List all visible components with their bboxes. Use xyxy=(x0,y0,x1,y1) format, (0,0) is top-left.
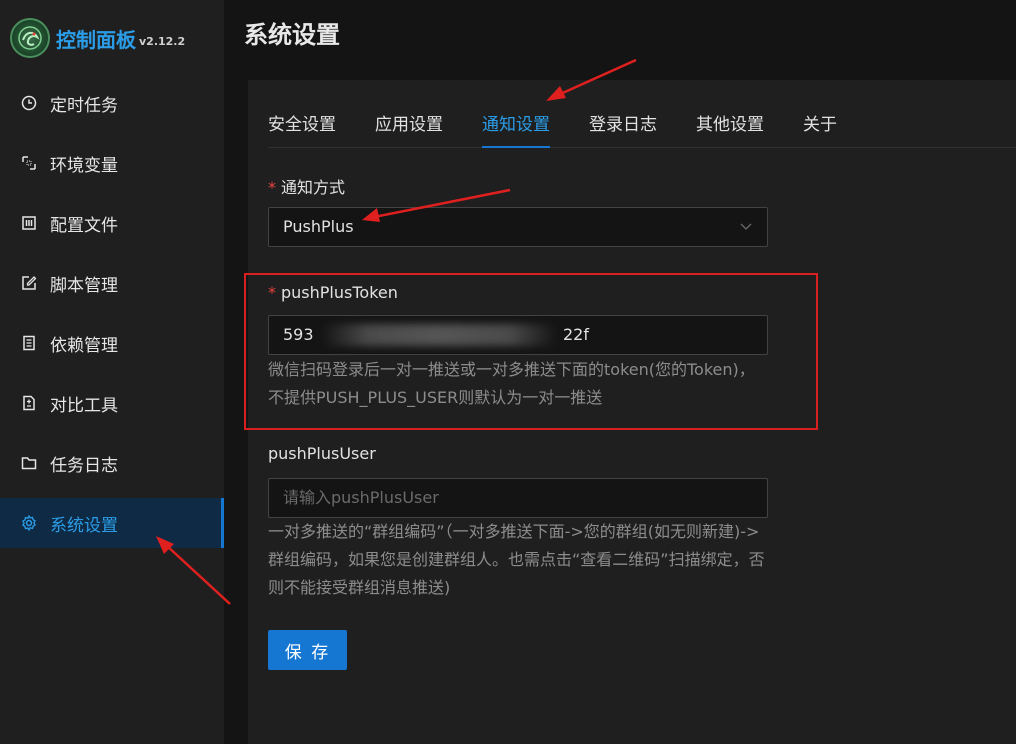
clock-icon xyxy=(20,94,38,112)
user-input-placeholder: 请输入pushPlusUser xyxy=(283,488,439,507)
notify-method-select[interactable]: PushPlus xyxy=(268,207,768,247)
tab-app[interactable]: 应用设置 xyxy=(375,114,443,148)
notify-method-label-text: 通知方式 xyxy=(281,178,346,197)
annotation-highlight-box xyxy=(244,273,818,430)
tab-notification[interactable]: 通知设置 xyxy=(482,114,550,148)
folder-icon xyxy=(20,454,38,472)
sidebar-item-label: 系统设置 xyxy=(50,515,118,536)
tab-security[interactable]: 安全设置 xyxy=(268,114,336,148)
sidebar-item-cron[interactable]: 定时任务 xyxy=(0,78,224,128)
sidebar-item-label: 依赖管理 xyxy=(50,335,118,356)
sidebar: 控制面板 v2.12.2 定时任务 环境变量 配置文件 脚本管理 依赖管理 对比… xyxy=(0,0,224,744)
save-button[interactable]: 保 存 xyxy=(268,630,347,670)
sidebar-item-config[interactable]: 配置文件 xyxy=(0,198,224,248)
sidebar-item-settings[interactable]: 系统设置 xyxy=(0,498,224,548)
dragon-logo-icon xyxy=(10,18,50,58)
sidebar-item-diff[interactable]: 对比工具 xyxy=(0,378,224,428)
notify-method-value: PushPlus xyxy=(283,217,354,236)
sidebar-item-dependencies[interactable]: 依赖管理 xyxy=(0,318,224,368)
notify-method-label: * 通知方式 xyxy=(268,174,345,198)
tab-login-log[interactable]: 登录日志 xyxy=(589,114,657,148)
sidebar-menu: 定时任务 环境变量 配置文件 脚本管理 依赖管理 对比工具 任务日志 系统设置 xyxy=(0,78,224,558)
user-label: pushPlusUser xyxy=(268,444,376,463)
edit-icon xyxy=(20,274,38,292)
sidebar-item-label: 任务日志 xyxy=(50,455,118,476)
settings-tabs: 安全设置 应用设置 通知设置 登录日志 其他设置 关于 xyxy=(268,114,1016,148)
sidebar-item-label: 配置文件 xyxy=(50,215,118,236)
app-version: v2.12.2 xyxy=(139,34,186,48)
app-title: 控制面板 xyxy=(56,27,136,52)
user-input[interactable]: 请输入pushPlusUser xyxy=(268,478,768,518)
logo[interactable]: 控制面板 v2.12.2 xyxy=(10,18,185,58)
page-title: 系统设置 xyxy=(244,21,340,49)
gear-icon xyxy=(20,514,38,532)
diff-icon xyxy=(20,394,38,412)
sidebar-item-label: 环境变量 xyxy=(50,155,118,176)
config-icon xyxy=(20,214,38,232)
sidebar-item-label: 定时任务 xyxy=(50,95,118,116)
chevron-down-icon xyxy=(740,223,752,230)
required-mark: * xyxy=(268,178,276,197)
user-help-text: 一对多推送的“群组编码”（一对多推送下面->您的群组(如无则新建)->群组编码，… xyxy=(268,522,765,597)
variable-icon xyxy=(20,154,38,172)
tab-other[interactable]: 其他设置 xyxy=(696,114,764,148)
sidebar-item-logs[interactable]: 任务日志 xyxy=(0,438,224,488)
sidebar-item-label: 对比工具 xyxy=(50,395,118,416)
tab-about[interactable]: 关于 xyxy=(803,114,837,148)
sidebar-item-scripts[interactable]: 脚本管理 xyxy=(0,258,224,308)
package-icon xyxy=(20,334,38,352)
sidebar-item-label: 脚本管理 xyxy=(50,275,118,296)
sidebar-item-env[interactable]: 环境变量 xyxy=(0,138,224,188)
